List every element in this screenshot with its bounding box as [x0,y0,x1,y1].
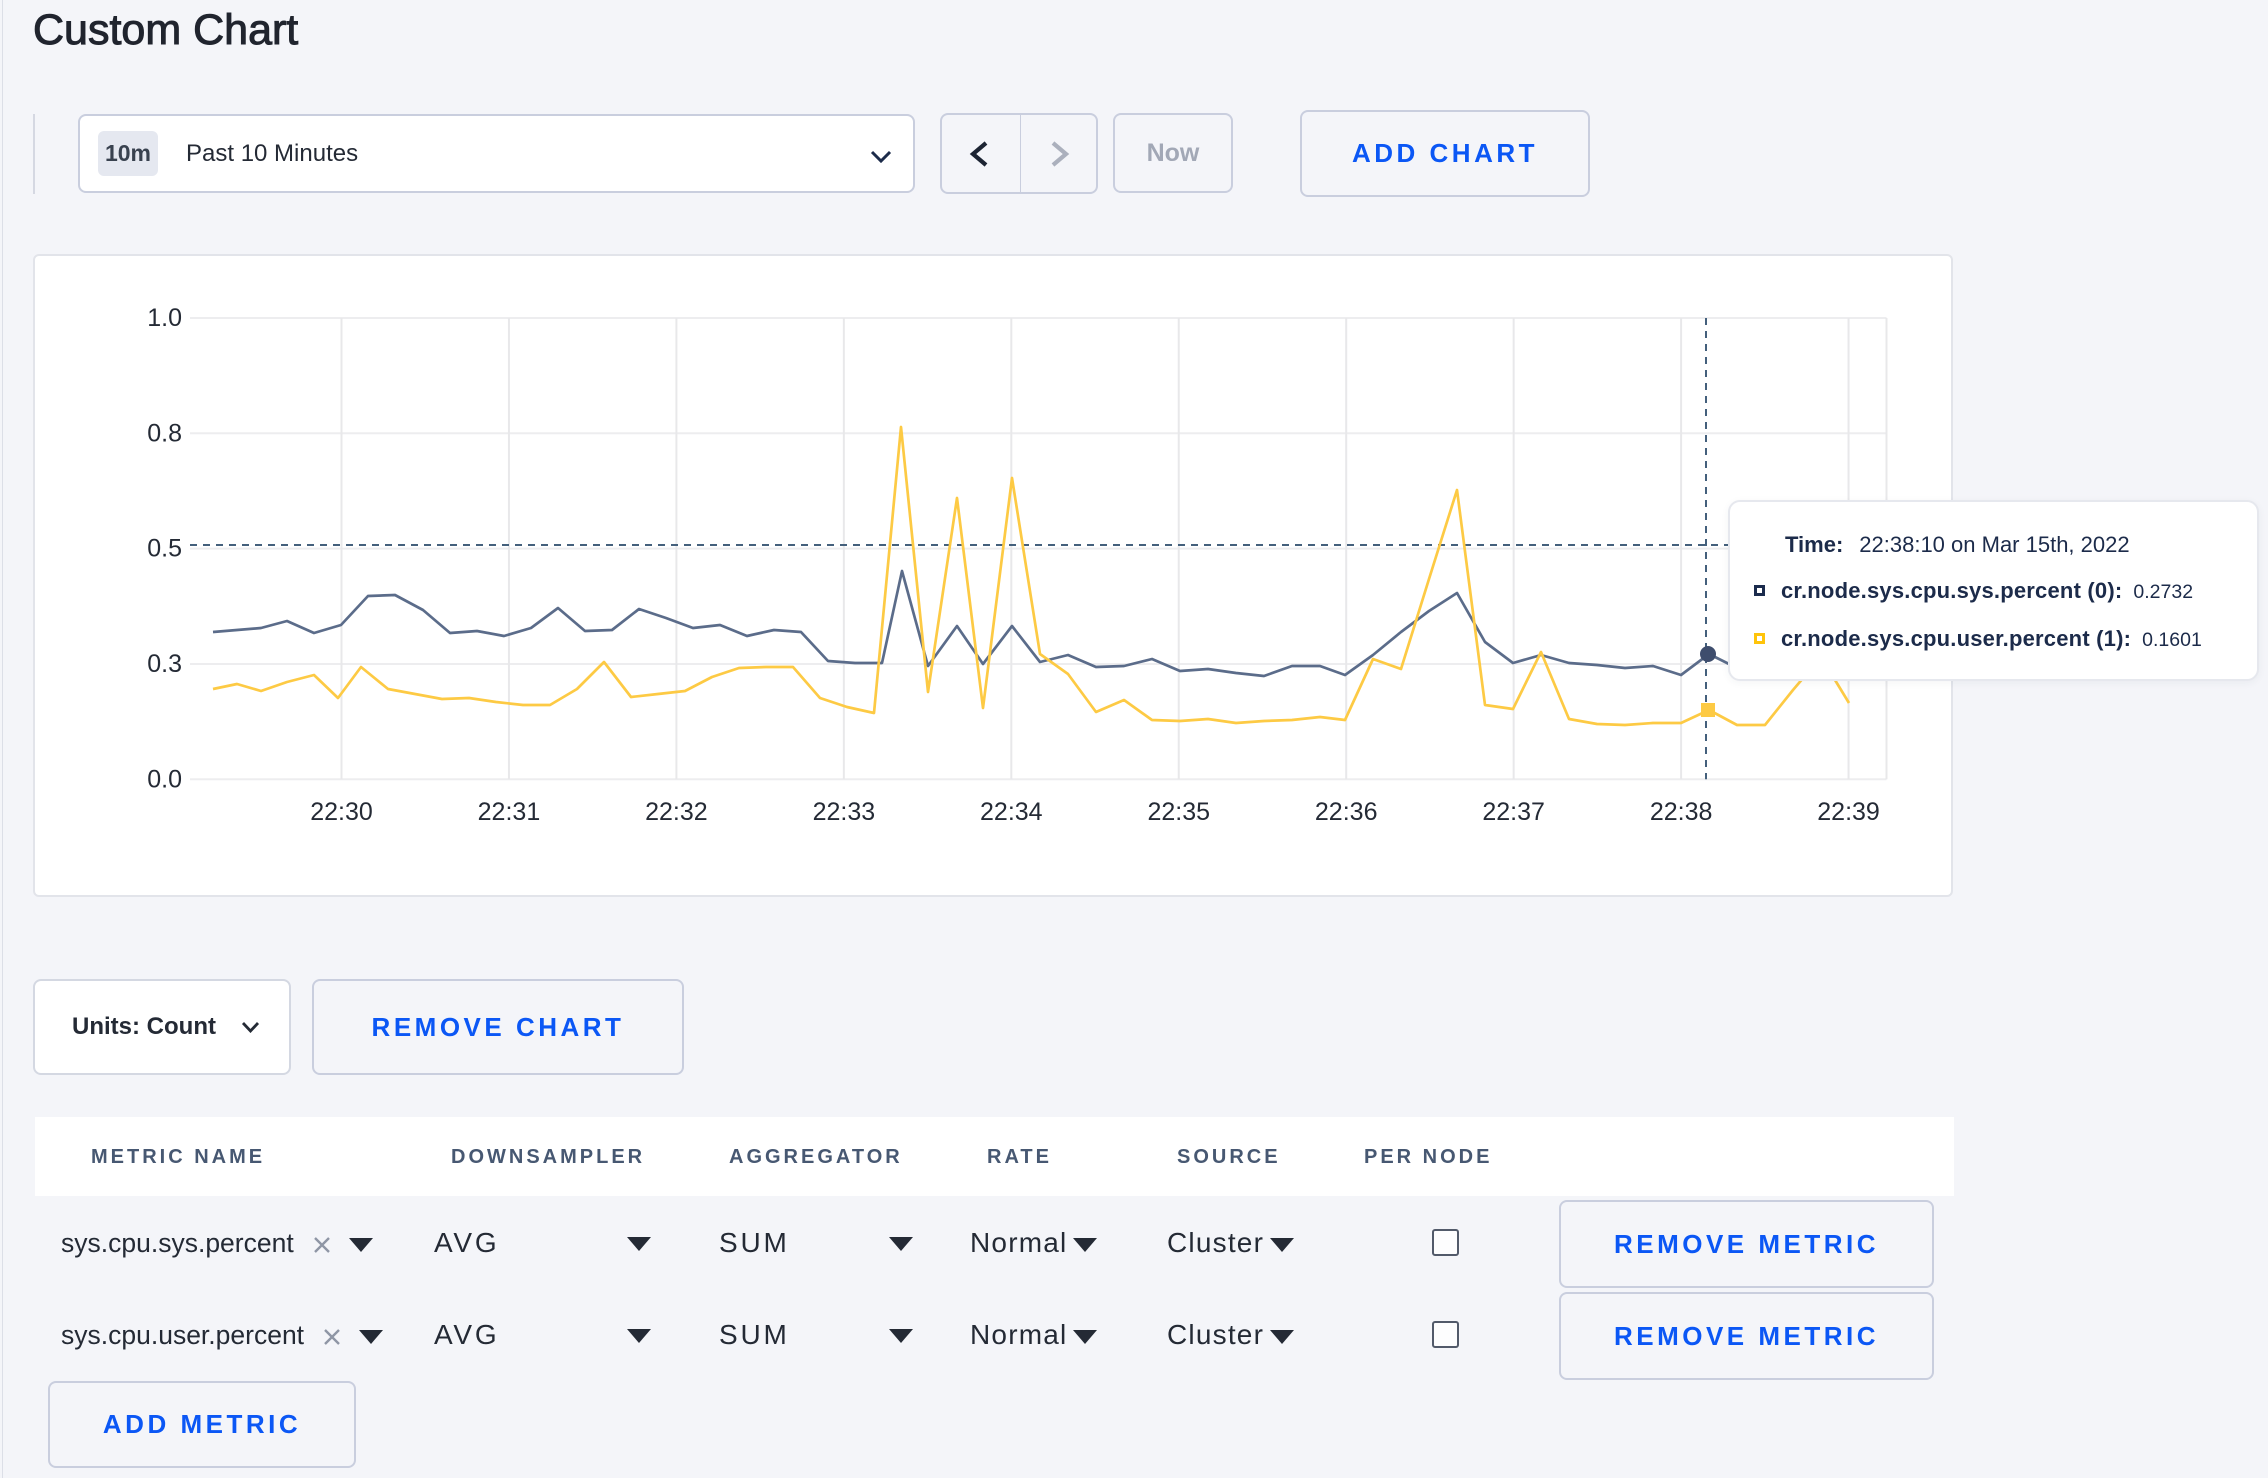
svg-text:22:38: 22:38 [1650,798,1713,826]
svg-text:1.0: 1.0 [147,304,182,332]
svg-text:22:30: 22:30 [310,798,373,826]
svg-text:22:31: 22:31 [478,798,541,826]
svg-text:0.5: 0.5 [147,535,182,563]
svg-text:22:37: 22:37 [1482,798,1545,826]
svg-text:22:33: 22:33 [813,798,876,826]
svg-text:22:36: 22:36 [1315,798,1378,826]
svg-text:0.8: 0.8 [147,419,182,447]
svg-text:22:32: 22:32 [645,798,708,826]
svg-text:22:35: 22:35 [1147,798,1210,826]
svg-text:22:34: 22:34 [980,798,1043,826]
svg-text:0.3: 0.3 [147,650,182,678]
svg-text:22:39: 22:39 [1817,798,1880,826]
svg-text:0.0: 0.0 [147,765,182,793]
